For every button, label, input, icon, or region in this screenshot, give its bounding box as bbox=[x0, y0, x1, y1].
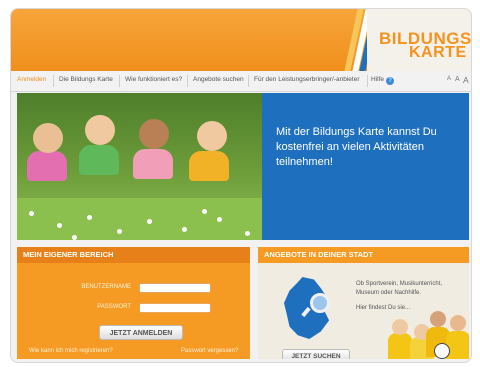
child-figure bbox=[27, 151, 67, 181]
login-button[interactable]: JETZT ANMELDEN bbox=[99, 325, 183, 340]
nav-separator bbox=[248, 75, 249, 87]
nav-item-anmelden[interactable]: Anmelden bbox=[17, 76, 46, 83]
flower bbox=[117, 229, 122, 234]
flower bbox=[72, 235, 77, 240]
nav-separator bbox=[53, 75, 54, 87]
child-figure bbox=[33, 123, 63, 153]
child-figure bbox=[133, 149, 173, 179]
font-size-large-icon[interactable]: A bbox=[463, 75, 469, 85]
offers-text-line-3: Hier findest Du sie... bbox=[356, 305, 411, 311]
font-size-small-icon[interactable]: A bbox=[447, 76, 451, 82]
page-frame: BILDUNGS KARTE Anmelden Die Bildungs Kar… bbox=[10, 8, 472, 363]
child-figure bbox=[189, 151, 229, 181]
register-link[interactable]: Wie kann ich mich registrieren? bbox=[29, 348, 113, 354]
login-title: MEIN EIGENER BEREICH bbox=[23, 250, 114, 259]
login-panel: MEIN EIGENER BEREICH BENUTZERNAME PASSWO… bbox=[17, 247, 250, 359]
font-size-medium-icon[interactable]: A bbox=[455, 76, 460, 83]
nav-item-wie-funktioniert[interactable]: Wie funktioniert es? bbox=[125, 76, 182, 83]
header-banner: BILDUNGS KARTE bbox=[11, 9, 471, 71]
username-label: BENUTZERNAME bbox=[81, 284, 131, 290]
nav-separator bbox=[367, 75, 368, 87]
flower bbox=[147, 219, 152, 224]
child-figure bbox=[430, 311, 446, 327]
child-figure bbox=[446, 331, 469, 359]
child-figure bbox=[79, 145, 119, 175]
child-figure bbox=[450, 315, 466, 331]
help-icon[interactable]: ? bbox=[386, 77, 394, 85]
child-figure bbox=[85, 115, 115, 145]
nav-separator bbox=[187, 75, 188, 87]
hero-banner: Mit der Bildungs Karte kannst Du kostenf… bbox=[17, 93, 469, 240]
password-input[interactable] bbox=[139, 303, 211, 313]
hero-text: Mit der Bildungs Karte kannst Du kostenf… bbox=[276, 126, 437, 168]
nav-item-hilfe[interactable]: Hilfe bbox=[371, 76, 384, 83]
nav-item-leistungserbringer[interactable]: Für den Leistungserbringer/-anbieter bbox=[254, 76, 360, 83]
child-figure bbox=[392, 319, 408, 335]
football-icon bbox=[434, 343, 450, 359]
offers-title: ANGEBOTE IN DEINER STADT bbox=[264, 250, 374, 259]
flower bbox=[57, 223, 62, 228]
flower bbox=[87, 215, 92, 220]
flower bbox=[202, 209, 207, 214]
child-figure bbox=[388, 333, 412, 359]
hero-photo bbox=[17, 93, 262, 240]
flower bbox=[29, 211, 34, 216]
child-figure bbox=[197, 121, 227, 151]
nav-item-angebote-suchen[interactable]: Angebote suchen bbox=[193, 76, 244, 83]
grass bbox=[17, 198, 262, 240]
nav-item-bildungskarte[interactable]: Die Bildungs Karte bbox=[59, 76, 113, 83]
logo-line-2[interactable]: KARTE bbox=[409, 44, 467, 62]
username-input[interactable] bbox=[139, 283, 211, 293]
flower bbox=[217, 217, 222, 222]
password-label: PASSWORT bbox=[97, 304, 131, 310]
flower bbox=[245, 231, 250, 236]
offers-text-line-1: Ob Sportverein, Musikunterricht, bbox=[356, 281, 443, 287]
nav-separator bbox=[119, 75, 120, 87]
child-figure bbox=[139, 119, 169, 149]
hero-text-box: Mit der Bildungs Karte kannst Du kostenf… bbox=[262, 93, 469, 240]
flower bbox=[182, 227, 187, 232]
login-header: MEIN EIGENER BEREICH bbox=[17, 247, 250, 263]
main-nav: Anmelden Die Bildungs Karte Wie funktion… bbox=[11, 73, 471, 92]
magnifier-icon bbox=[310, 293, 330, 313]
offers-panel: ANGEBOTE IN DEINER STADT Ob Sportverein,… bbox=[258, 247, 469, 359]
search-offers-button[interactable]: JETZT SUCHEN bbox=[282, 349, 350, 359]
forgot-password-link[interactable]: Passwort vergessen? bbox=[181, 348, 238, 354]
offers-header: ANGEBOTE IN DEINER STADT bbox=[258, 247, 469, 263]
offers-text-line-2: Museum oder Nachhilfe. bbox=[356, 290, 422, 296]
